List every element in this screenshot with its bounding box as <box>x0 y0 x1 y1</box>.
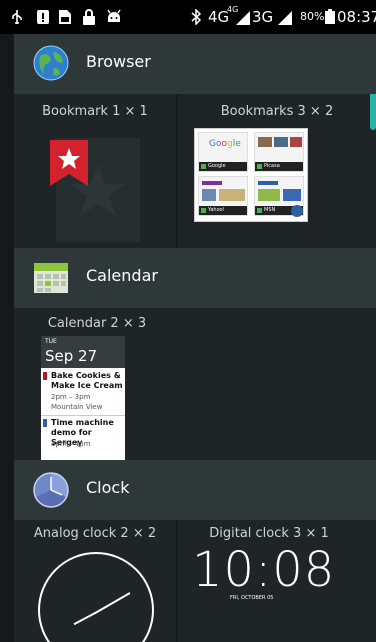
thumb-caption: MSN <box>264 207 276 213</box>
thumb-caption: Google <box>208 163 226 169</box>
android-icon <box>106 9 122 29</box>
bookmark-thumb: Yahoo! <box>198 176 248 216</box>
thumb-caption: Yahoo! <box>208 207 225 213</box>
section-header-calendar: Calendar <box>14 248 376 308</box>
event-color-bar <box>43 419 47 427</box>
browser-badge-icon <box>291 205 303 217</box>
widget-label-bookmark: Bookmark 1 × 1 <box>42 104 148 119</box>
battery-percent: 80% <box>300 10 325 23</box>
signal2-icon <box>278 10 292 29</box>
calendar-day-of-week: TUE <box>45 338 57 345</box>
digital-clock-time: 10:08 <box>192 542 336 598</box>
widget-label-calendar: Calendar 2 × 3 <box>47 316 147 331</box>
widget-label-digital-clock: Digital clock 3 × 1 <box>209 526 329 541</box>
signal-icon <box>236 10 250 29</box>
status-bar: 4G 4G 3G 80% 08:37 <box>0 0 376 34</box>
battery-icon <box>324 9 336 29</box>
panel-edge <box>0 34 14 642</box>
network2-label: 3G <box>252 8 274 26</box>
event-place: Mountain View <box>51 403 103 411</box>
event-time: 3pm – 4pm <box>51 440 91 448</box>
calendar-preview: TUE Sep 27 Bake Cookies & Make Ice Cream… <box>41 336 125 460</box>
clock-icon <box>32 471 70 509</box>
browser-globe-icon <box>32 44 70 82</box>
sim-warning-icon <box>36 9 50 29</box>
calendar-date: Sep 27 <box>45 347 98 365</box>
section-title-calendar: Calendar <box>86 266 158 285</box>
section-title-browser: Browser <box>86 52 151 71</box>
bookmark-thumb: Picasa <box>254 132 304 172</box>
widget-label-analog-clock: Analog clock 2 × 2 <box>33 526 157 541</box>
event-title: Bake Cookies & Make Ice Cream <box>51 371 123 390</box>
section-header-clock: Clock <box>14 460 376 520</box>
calendar-header: TUE Sep 27 <box>41 336 125 368</box>
network-label: 4G <box>208 8 230 26</box>
widget-label-bookmarks: Bookmarks 3 × 2 <box>220 104 334 119</box>
thumb-caption: Picasa <box>264 163 280 169</box>
bookmark-ribbon-icon <box>50 140 88 190</box>
calendar-grid-icon <box>32 259 70 297</box>
digital-clock-date: FRI, OCTOBER 05 <box>230 595 274 601</box>
bluetooth-icon <box>190 8 202 29</box>
section-header-browser: Browser <box>14 34 376 94</box>
lock-icon <box>82 9 96 29</box>
file-icon <box>58 9 72 29</box>
calendar-event: Time machine demo for Sergey 3pm – 4pm <box>41 417 125 460</box>
status-time: 08:37 <box>337 8 376 26</box>
bookmark-thumb: Google Google <box>198 132 248 172</box>
section-title-clock: Clock <box>86 478 130 497</box>
bookmarks-grid-preview: Google Google Picasa Yahoo! MSN <box>194 128 308 222</box>
clock-hour-hand <box>73 611 98 626</box>
usb-icon <box>10 9 24 29</box>
event-time: 2pm – 3pm <box>51 393 91 401</box>
event-color-bar <box>43 372 47 380</box>
clock-minute-hand <box>96 592 131 613</box>
